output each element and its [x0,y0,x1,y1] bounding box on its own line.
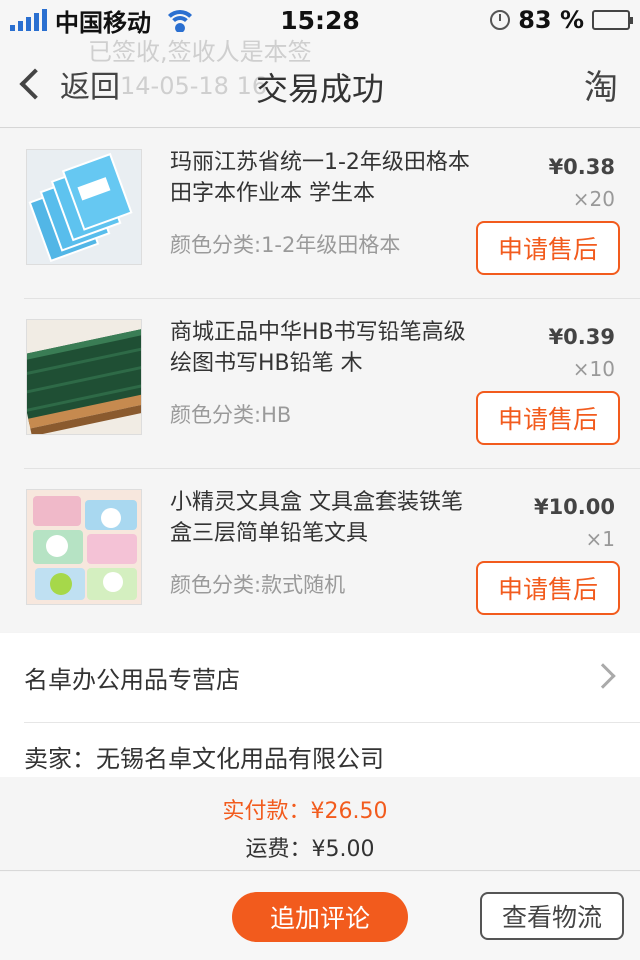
item-title[interactable]: 商城正品中华HB书写铅笔高级绘图书写HB铅笔 木 [170,317,470,379]
shipping-fee: 运费：¥5.00 [245,837,375,862]
shop-link[interactable]: 名卓办公用品专营店 [24,633,640,723]
order-item-list: 玛丽江苏省统一1-2年级田格本 田字本作业本 学生本 颜色分类:1-2年级田格本… [0,129,640,639]
wifi-icon [163,8,197,32]
item-title[interactable]: 小精灵文具盒 文具盒套装铁笔盒三层简单铅笔文具 [170,487,470,549]
battery-icon [592,10,633,30]
ghost-text-status: 已签收,签收人是本签 [88,38,312,66]
order-item[interactable]: 小精灵文具盒 文具盒套装铁笔盒三层简单铅笔文具 颜色分类:款式随机 ¥10.00… [24,469,640,639]
back-label: 返回 [60,70,120,105]
item-price: ¥0.38 [548,155,615,179]
navigation-bar: 已签收,签收人是本签 14-05-18 16 返回 交易成功 淘 [0,38,640,128]
after-sales-button[interactable]: 申请售后 [476,561,620,615]
item-title[interactable]: 玛丽江苏省统一1-2年级田格本 田字本作业本 学生本 [170,147,470,209]
item-price: ¥0.39 [548,325,615,349]
after-sales-button[interactable]: 申请售后 [476,221,620,275]
alarm-clock-icon [490,10,511,30]
item-variant: 颜色分类:HB [170,403,292,427]
after-sales-button[interactable]: 申请售后 [476,391,620,445]
shop-name: 名卓办公用品专营店 [24,666,240,694]
item-quantity: ×1 [585,527,615,551]
chevron-left-icon [19,68,51,100]
item-variant: 颜色分类:款式随机 [170,573,346,597]
bottom-action-bar: 追加评论 查看物流 [0,872,640,960]
signal-icon [10,9,47,31]
product-image-pencil-case[interactable] [26,489,142,605]
add-review-button[interactable]: 追加评论 [232,892,408,942]
taobao-icon[interactable]: 淘 [584,60,618,109]
item-variant: 颜色分类:1-2年级田格本 [170,233,401,257]
seller-name: 卖家：无锡名卓文化用品有限公司 [24,745,384,773]
paid-amount: 实付款：¥26.50 [222,799,388,824]
shop-section: 名卓办公用品专营店 卖家：无锡名卓文化用品有限公司 [0,633,640,777]
order-item[interactable]: 商城正品中华HB书写铅笔高级绘图书写HB铅笔 木 颜色分类:HB ¥0.39 ×… [24,299,640,469]
order-item[interactable]: 玛丽江苏省统一1-2年级田格本 田字本作业本 学生本 颜色分类:1-2年级田格本… [24,129,640,299]
product-image-pencils[interactable] [26,319,142,435]
back-button[interactable]: 返回 [14,62,120,106]
battery-percent: 83 % [518,6,584,34]
item-price: ¥10.00 [533,495,615,519]
item-quantity: ×10 [572,357,615,381]
view-logistics-button[interactable]: 查看物流 [480,892,624,940]
ghost-text-date: 14-05-18 16 [120,72,268,100]
order-totals: 实付款：¥26.50 运费：¥5.00 [0,777,640,871]
chevron-right-icon [590,663,616,689]
product-image-notebook[interactable] [26,149,142,265]
item-quantity: ×20 [572,187,615,211]
